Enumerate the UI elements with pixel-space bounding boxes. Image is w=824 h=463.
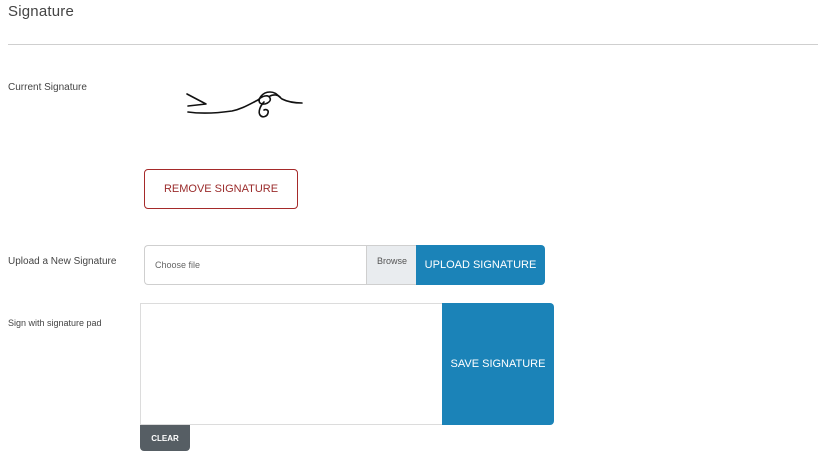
upload-signature-label: Upload a New Signature xyxy=(8,256,117,267)
browse-button[interactable]: Browse xyxy=(366,246,417,284)
current-signature-label: Current Signature xyxy=(8,82,87,93)
signature-pad-canvas[interactable] xyxy=(140,303,443,425)
upload-signature-button[interactable]: UPLOAD SIGNATURE xyxy=(416,245,545,285)
page-title: Signature xyxy=(8,3,75,20)
signature-image xyxy=(186,91,303,118)
remove-signature-button[interactable]: REMOVE SIGNATURE xyxy=(144,169,298,209)
save-signature-button[interactable]: SAVE SIGNATURE xyxy=(442,303,554,425)
clear-button[interactable]: CLEAR xyxy=(140,425,190,451)
signature-pad-label: Sign with signature pad xyxy=(8,318,102,328)
file-chooser[interactable]: Choose file Browse xyxy=(144,245,417,285)
file-input[interactable]: Choose file xyxy=(145,246,366,284)
header-divider xyxy=(8,44,818,45)
